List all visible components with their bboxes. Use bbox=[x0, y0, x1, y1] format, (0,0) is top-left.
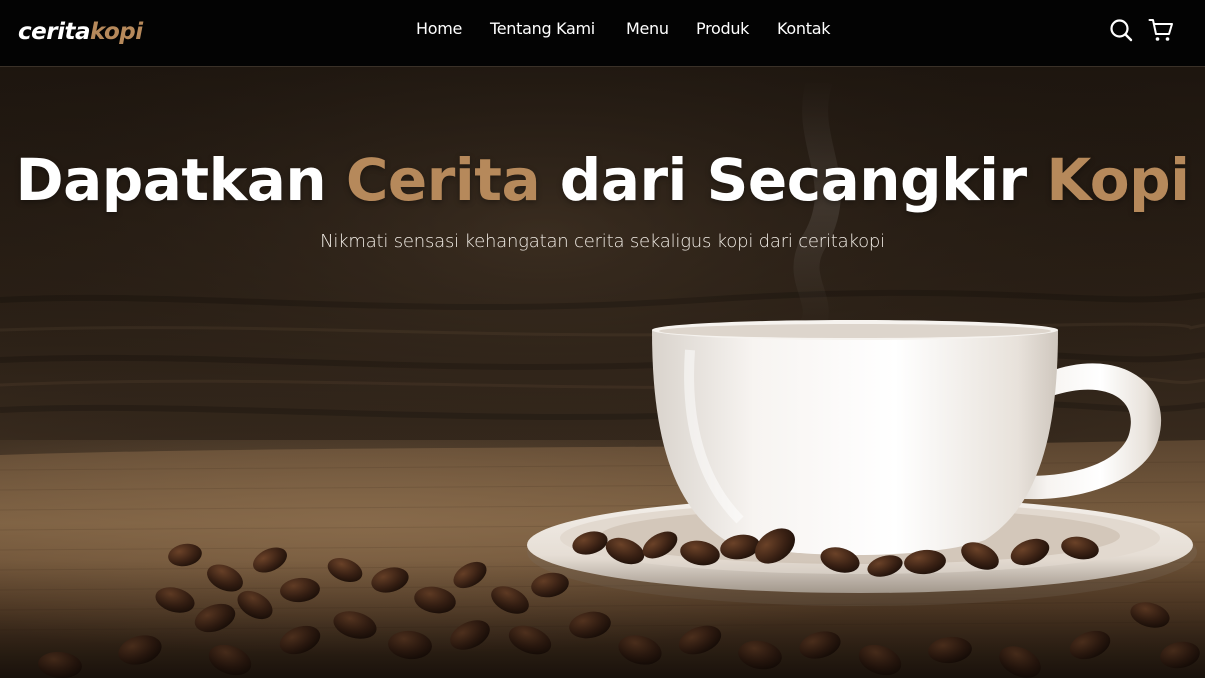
hero-title: Dapatkan Cerita dari Secangkir Kopi bbox=[0, 140, 1205, 220]
hero-title-accent-cerita: Cerita bbox=[345, 146, 541, 214]
hero-title-part1: Dapatkan bbox=[15, 146, 346, 214]
search-icon[interactable] bbox=[1108, 17, 1134, 43]
nav-link-kontak[interactable]: Kontak bbox=[777, 17, 830, 41]
hero-title-part2: dari Secangkir bbox=[540, 146, 1047, 214]
nav-link-produk[interactable]: Produk bbox=[696, 17, 749, 41]
hero-subtitle: Nikmati sensasi kehangatan cerita sekali… bbox=[320, 231, 885, 252]
nav-link-tentang-kami[interactable]: Tentang Kami bbox=[490, 17, 595, 41]
navbar: ceritakopi Home Tentang Kami Menu Produk… bbox=[0, 0, 1205, 67]
nav-links: Home Tentang Kami Menu Produk Kontak bbox=[0, 17, 1205, 41]
shopping-cart-icon[interactable] bbox=[1148, 17, 1174, 43]
nav-link-home[interactable]: Home bbox=[416, 17, 462, 41]
hero-section bbox=[0, 0, 1205, 678]
nav-link-menu[interactable]: Menu bbox=[626, 17, 669, 41]
page: ceritakopi Home Tentang Kami Menu Produk… bbox=[0, 0, 1205, 678]
hero-background-image bbox=[0, 0, 1205, 678]
hero-title-accent-kopi: Kopi bbox=[1046, 146, 1190, 214]
